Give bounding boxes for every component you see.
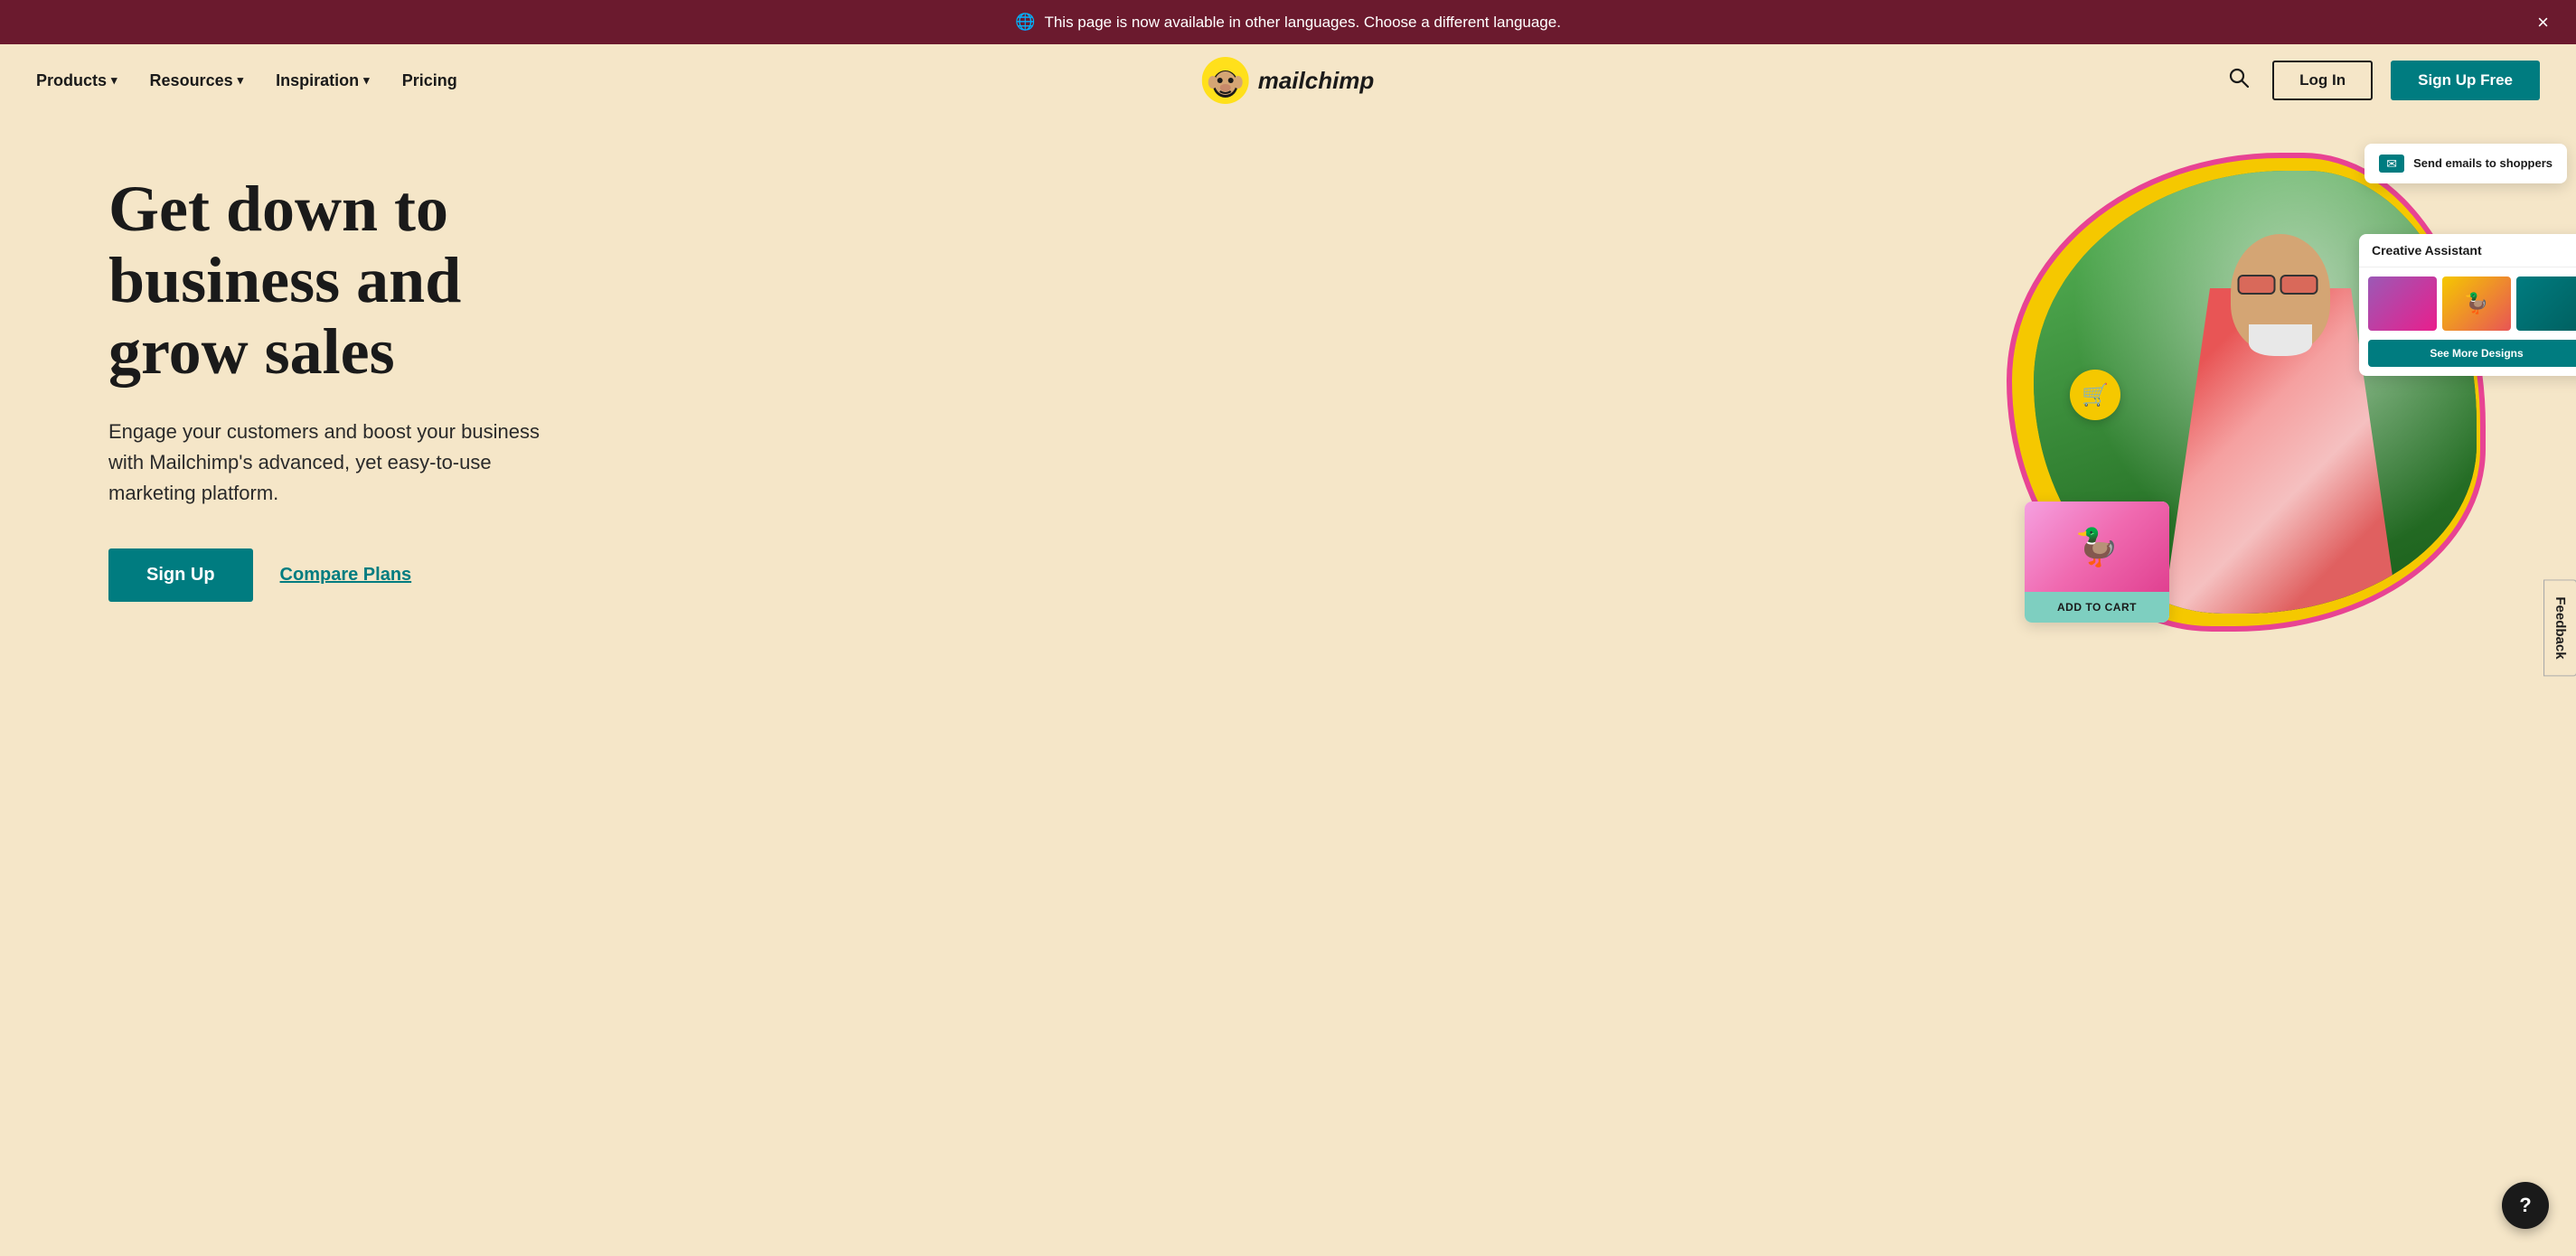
login-button[interactable]: Log In: [2272, 61, 2373, 100]
see-more-designs-button[interactable]: See More Designs: [2368, 340, 2576, 367]
hero-ctas: Sign Up Compare Plans: [108, 548, 615, 602]
creative-thumb-2: 🦆: [2442, 277, 2511, 331]
creative-assistant-title: Creative Assistant: [2359, 234, 2576, 267]
feedback-tab[interactable]: Feedback: [2543, 579, 2576, 676]
sunglasses: [2238, 275, 2324, 297]
hero-section: Get down to business and grow sales Enga…: [0, 117, 2576, 677]
product-image: 🦆: [2025, 501, 2169, 592]
email-card-text: Send emails to shoppers: [2413, 156, 2552, 172]
glass-left: [2238, 275, 2276, 295]
banner-close-button[interactable]: ×: [2537, 11, 2549, 34]
search-icon: [2229, 68, 2249, 88]
head: [2231, 234, 2330, 351]
help-button[interactable]: ?: [2502, 1182, 2549, 1229]
blob-container: ✉ Send emails to shoppers Creative Assis…: [1979, 135, 2540, 641]
product-card: 🦆 ADD TO CART: [2025, 501, 2169, 623]
logo[interactable]: mailchimp: [1202, 57, 1375, 104]
navbar: Products Resources Inspiration Pricing m…: [0, 44, 2576, 117]
nav-left: Products Resources Inspiration Pricing: [36, 71, 457, 90]
banner-text: This page is now available in other lang…: [1044, 14, 1560, 32]
duck-icon: 🦆: [2464, 292, 2488, 315]
creative-thumb-3: [2516, 277, 2576, 331]
nav-products[interactable]: Products: [36, 71, 118, 90]
hero-heading: Get down to business and grow sales: [108, 173, 615, 389]
nav-inspiration[interactable]: Inspiration: [276, 71, 370, 90]
language-banner: 🌐 This page is now available in other la…: [0, 0, 2576, 44]
email-card-icon: ✉: [2379, 155, 2404, 173]
creative-grid: 🦆: [2359, 267, 2576, 340]
compare-plans-button[interactable]: Compare Plans: [280, 565, 412, 586]
cart-bubble: 🛒: [2070, 370, 2120, 420]
email-card: ✉ Send emails to shoppers: [2364, 144, 2567, 183]
add-to-cart-button[interactable]: ADD TO CART: [2025, 592, 2169, 623]
nav-resources[interactable]: Resources: [150, 71, 244, 90]
duck-product-icon: 🦆: [2074, 526, 2120, 568]
hero-content: Get down to business and grow sales Enga…: [108, 173, 615, 603]
creative-assistant-card: Creative Assistant 🦆 See More Designs: [2359, 234, 2576, 376]
hero-illustration: ✉ Send emails to shoppers Creative Assis…: [1979, 135, 2540, 659]
search-button[interactable]: [2223, 62, 2254, 98]
globe-icon: 🌐: [1015, 13, 1035, 32]
hero-subtext: Engage your customers and boost your bus…: [108, 417, 560, 509]
beard: [2249, 324, 2312, 356]
nav-pricing[interactable]: Pricing: [402, 71, 457, 90]
logo-monkey-icon: [1202, 57, 1249, 104]
hero-signup-button[interactable]: Sign Up: [108, 548, 253, 602]
nav-signup-button[interactable]: Sign Up Free: [2391, 61, 2540, 100]
logo-text: mailchimp: [1258, 67, 1375, 95]
nav-right: Log In Sign Up Free: [2223, 61, 2540, 100]
creative-thumb-1: [2368, 277, 2437, 331]
glass-right: [2280, 275, 2318, 295]
